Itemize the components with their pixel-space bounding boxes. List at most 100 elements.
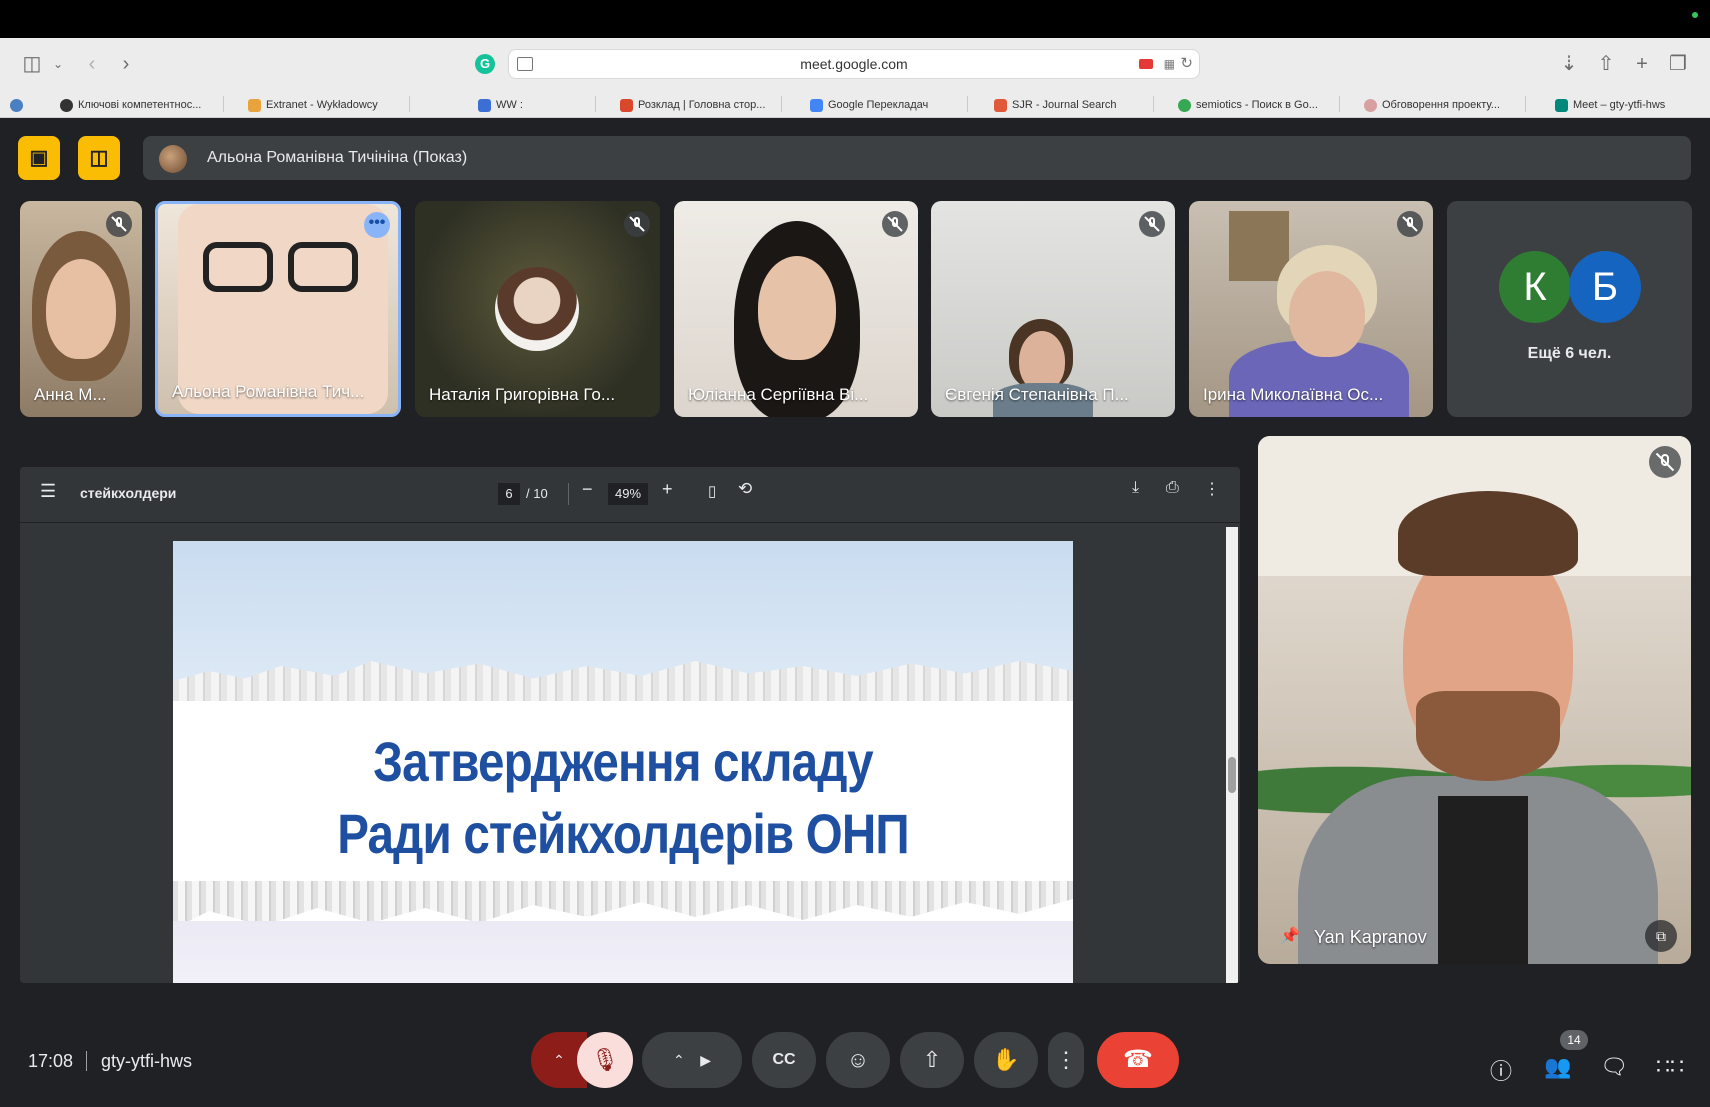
- emoji-icon[interactable]: ☺: [826, 1032, 890, 1088]
- participant-tile[interactable]: Юліанна Сергіївна Ві...: [674, 201, 918, 417]
- bookmark-item[interactable]: WW :: [478, 96, 523, 114]
- bookmark-label: Розклад | Головна стор...: [638, 99, 766, 111]
- favicon-icon: [994, 98, 1007, 112]
- participant-tile[interactable]: Ірина Миколаївна Ос...: [1189, 201, 1433, 417]
- system-top-bar: [0, 0, 1710, 38]
- participant-tile[interactable]: Наталія Григорівна Го...: [415, 201, 660, 417]
- bookmark-item[interactable]: Розклад | Головна стор...: [620, 96, 765, 114]
- more-participants-tile[interactable]: К Б Ещё 6 чел.: [1447, 201, 1692, 417]
- toolbar-divider: [568, 483, 569, 505]
- url-text: meet.google.com: [800, 56, 908, 72]
- rotate-icon[interactable]: ⟲: [738, 479, 752, 499]
- zoom-out-icon[interactable]: −: [582, 479, 593, 500]
- print-icon[interactable]: ⎙: [1166, 479, 1179, 497]
- bookmark-divider: [967, 96, 968, 112]
- participant-name: Ірина Миколаївна Ос...: [1203, 385, 1384, 404]
- raise-hand-icon[interactable]: ✋: [974, 1032, 1038, 1088]
- bookmark-globe-icon[interactable]: [10, 96, 23, 114]
- pin-icon[interactable]: 📌: [1280, 926, 1300, 946]
- menu-icon[interactable]: ☰: [40, 481, 56, 502]
- chat-icon[interactable]: 🗨: [1600, 1054, 1628, 1080]
- bookmarks-bar: Ключові компетентнос... Extranet - Wykła…: [0, 90, 1710, 118]
- bookmark-divider: [1339, 96, 1340, 112]
- glasses: [203, 242, 273, 292]
- avatar: Б: [1569, 251, 1641, 323]
- video-options-button[interactable]: ⌃ ▶: [642, 1032, 742, 1088]
- captions-icon[interactable]: CC: [752, 1032, 816, 1088]
- bookmark-divider: [223, 96, 224, 112]
- bookmark-item[interactable]: Google Перекладач: [810, 96, 928, 114]
- slide-title-line-2: Ради стейкхолдерів ОНП: [337, 802, 909, 865]
- expand-icon[interactable]: ⧉: [1645, 920, 1677, 952]
- favicon-icon: [1364, 98, 1377, 112]
- clock: 17:08: [28, 1051, 74, 1071]
- participant-tile[interactable]: Євгенія Степанівна П...: [931, 201, 1175, 417]
- mic-off-icon: [1649, 446, 1681, 478]
- translate-icon[interactable]: ▦: [1164, 57, 1175, 71]
- bookmark-item[interactable]: Extranet - Wykładowcy: [248, 96, 378, 114]
- bookmark-divider: [781, 96, 782, 112]
- downloads-icon[interactable]: ⇣: [1555, 51, 1583, 77]
- zoom-in-icon[interactable]: +: [662, 479, 673, 500]
- bookmark-label: WW :: [496, 99, 523, 111]
- bookmark-item[interactable]: Обговорення проекту...: [1364, 96, 1500, 114]
- zoom-input[interactable]: 49%: [608, 483, 648, 505]
- new-tab-icon[interactable]: +: [1628, 51, 1656, 77]
- stop-presenting-icon[interactable]: ▣: [18, 136, 60, 180]
- more-participants-label: Ещё 6 чел.: [1527, 345, 1612, 362]
- participant-tile-active[interactable]: ••• Альона Романівна Тич...: [155, 201, 401, 417]
- more-options-icon[interactable]: ⋮: [1048, 1032, 1084, 1088]
- scrollbar-thumb[interactable]: [1228, 757, 1236, 793]
- sidebar-chevron-icon[interactable]: ⌄: [44, 51, 72, 77]
- favicon-icon: [248, 98, 261, 112]
- speaker-beard: [1416, 691, 1560, 781]
- microphone-off-button[interactable]: 🎙: [577, 1032, 633, 1088]
- grammarly-extension-icon[interactable]: G: [475, 54, 495, 74]
- mic-off-icon: [882, 211, 908, 237]
- participant-name: Анна М...: [34, 385, 107, 404]
- leave-call-icon[interactable]: ☎: [1097, 1032, 1179, 1088]
- present-screen-icon[interactable]: ⇧: [900, 1032, 964, 1088]
- participant-tile[interactable]: Анна М...: [20, 201, 142, 417]
- share-icon[interactable]: ⇧: [1592, 51, 1620, 77]
- avatar: [495, 267, 579, 351]
- mic-off-icon: [1397, 211, 1423, 237]
- participant-name: Наталія Григорівна Го...: [429, 385, 616, 404]
- activities-icon[interactable]: ∷∷: [1656, 1054, 1684, 1080]
- back-icon[interactable]: ‹: [78, 51, 106, 77]
- bookmark-item[interactable]: SJR - Journal Search: [994, 96, 1117, 114]
- bookmark-label: Google Перекладач: [828, 99, 929, 111]
- bookmark-item[interactable]: Ключові компетентнос...: [60, 96, 201, 114]
- people-icon[interactable]: 👥: [1544, 1054, 1571, 1080]
- more-vert-icon[interactable]: ⋮: [1204, 479, 1220, 499]
- meeting-info-icon[interactable]: ⓘ: [1490, 1054, 1512, 1086]
- download-icon[interactable]: ⤓: [1132, 479, 1139, 497]
- presenter-label: Альона Романівна Тичініна (Показ): [207, 149, 468, 166]
- people-count-badge: 14: [1560, 1030, 1588, 1050]
- bookmark-item[interactable]: Meet – gty-ytfi-hws: [1555, 96, 1665, 114]
- page-input[interactable]: 6: [498, 483, 520, 505]
- status-dot-icon: [1692, 12, 1698, 18]
- address-bar[interactable]: meet.google.com ▦ ↻: [508, 49, 1200, 79]
- sidebar-toggle-icon[interactable]: ◫: [18, 51, 46, 77]
- bookmark-item[interactable]: semiotics - Поиск в Go...: [1178, 96, 1318, 114]
- fit-page-icon[interactable]: ▯: [708, 482, 716, 500]
- glasses: [288, 242, 358, 292]
- layout-icon[interactable]: ◫: [78, 136, 120, 180]
- mic-off-icon: [106, 211, 132, 237]
- pdf-viewer: ☰ стейкхолдери 6 / 10 − 49% + ▯ ⟲ ⤓ ⎙ ⋮ …: [20, 467, 1240, 983]
- slide-page: Затвердження складу Ради стейкхолдерів О…: [173, 541, 1073, 983]
- forward-icon[interactable]: ›: [112, 51, 140, 77]
- more-options-icon[interactable]: •••: [364, 212, 390, 238]
- bookmark-divider: [1525, 96, 1526, 112]
- camera-in-use-icon[interactable]: [1139, 59, 1153, 69]
- presentation-banner: Альона Романівна Тичініна (Показ): [143, 136, 1691, 180]
- meet-window: ▣ ◫ Альона Романівна Тичініна (Показ) Ан…: [0, 118, 1710, 1107]
- bookmark-label: Extranet - Wykładowcy: [266, 99, 378, 111]
- scrollbar[interactable]: [1226, 527, 1238, 983]
- reload-icon[interactable]: ↻: [1180, 54, 1193, 72]
- bookmark-label: Обговорення проекту...: [1382, 99, 1500, 111]
- tab-overview-icon[interactable]: ❐: [1664, 51, 1692, 77]
- speaker-tile[interactable]: 📌 Yan Kapranov ⧉: [1258, 436, 1691, 964]
- slide-bottom-band: [173, 921, 1073, 983]
